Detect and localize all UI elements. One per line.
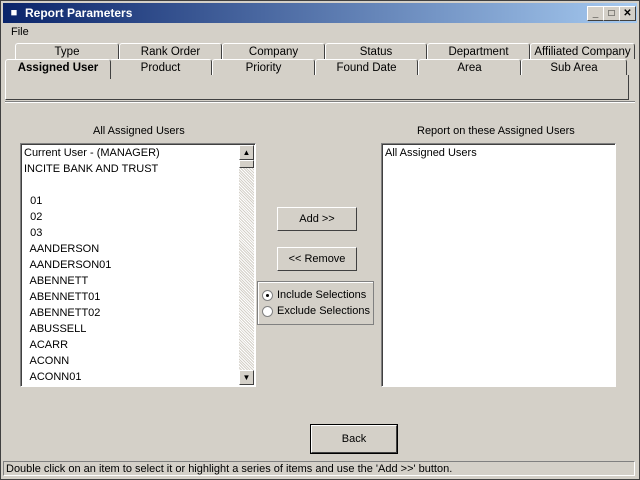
remove-button[interactable]: << Remove bbox=[277, 247, 357, 271]
vertical-scrollbar[interactable]: ▲ ▼ bbox=[239, 145, 254, 385]
divider bbox=[5, 101, 635, 103]
list-item[interactable]: AANDERSON bbox=[24, 241, 100, 257]
tab-priority[interactable]: Priority bbox=[212, 59, 315, 75]
tab-sub-area[interactable]: Sub Area bbox=[521, 59, 627, 75]
app-icon: ■ bbox=[10, 7, 18, 19]
menu-file[interactable]: File bbox=[11, 26, 29, 38]
tab-status[interactable]: Status bbox=[325, 43, 427, 59]
report-parameters-window: ■ Report Parameters _ □ ✕ File Type Rank… bbox=[0, 0, 640, 480]
tab-found-date[interactable]: Found Date bbox=[315, 59, 418, 75]
tab-rank-order[interactable]: Rank Order bbox=[119, 43, 222, 59]
list-item[interactable]: 02 bbox=[24, 209, 42, 225]
close-icon[interactable]: ✕ bbox=[619, 6, 636, 21]
list-item[interactable]: ACONN01 bbox=[24, 369, 82, 385]
exclude-label: Exclude Selections bbox=[277, 305, 370, 317]
scroll-down-icon[interactable]: ▼ bbox=[239, 370, 254, 385]
all-assigned-users-list[interactable]: Current User - (MANAGER) INCITE BANK AND… bbox=[20, 143, 256, 387]
include-label: Include Selections bbox=[277, 289, 367, 301]
scroll-thumb[interactable] bbox=[239, 160, 254, 168]
list-item[interactable]: ABENNETT01 bbox=[24, 289, 101, 305]
list-item[interactable]: ABUSSELL bbox=[24, 321, 87, 337]
list-item[interactable]: ACONN bbox=[24, 353, 70, 369]
add-button-label: Add >> bbox=[299, 213, 335, 225]
exclude-selections-option[interactable]: Exclude Selections bbox=[262, 304, 370, 318]
add-button[interactable]: Add >> bbox=[277, 207, 357, 231]
remove-button-label: << Remove bbox=[288, 253, 346, 265]
tab-product[interactable]: Product bbox=[109, 59, 212, 75]
tab-affiliated-company[interactable]: Affiliated Company bbox=[530, 43, 635, 59]
list-item[interactable]: 03 bbox=[24, 225, 42, 241]
back-button[interactable]: Back bbox=[310, 424, 398, 454]
list-item[interactable]: INCITE BANK AND TRUST bbox=[24, 161, 158, 177]
include-selections-option[interactable]: Include Selections bbox=[262, 288, 366, 302]
tab-type[interactable]: Type bbox=[15, 43, 119, 59]
report-assigned-users-label: Report on these Assigned Users bbox=[417, 125, 575, 137]
list-item[interactable]: 01 bbox=[24, 193, 42, 209]
list-item[interactable]: All Assigned Users bbox=[385, 145, 477, 161]
scroll-up-icon[interactable]: ▲ bbox=[239, 145, 254, 160]
back-button-label: Back bbox=[341, 433, 367, 445]
report-assigned-users-list[interactable]: All Assigned Users bbox=[381, 143, 616, 387]
list-item[interactable]: Current User - (MANAGER) bbox=[24, 145, 160, 161]
tab-company[interactable]: Company bbox=[222, 43, 325, 59]
all-assigned-users-label: All Assigned Users bbox=[93, 125, 185, 137]
exclude-radio[interactable] bbox=[262, 305, 273, 317]
list-item[interactable]: ACARR bbox=[24, 337, 69, 353]
include-radio[interactable] bbox=[262, 289, 273, 301]
tab-assigned-user[interactable]: Assigned User bbox=[5, 59, 111, 79]
tab-area[interactable]: Area bbox=[418, 59, 521, 75]
status-bar: Double click on an item to select it or … bbox=[3, 461, 635, 476]
tab-department[interactable]: Department bbox=[427, 43, 530, 59]
list-item[interactable]: AANDERSON01 bbox=[24, 257, 112, 273]
window-title: Report Parameters bbox=[25, 6, 133, 20]
list-item[interactable]: ABENNETT bbox=[24, 273, 89, 289]
selection-mode-group: Include Selections Exclude Selections bbox=[257, 281, 374, 325]
minimize-icon[interactable]: _ bbox=[587, 6, 604, 21]
maximize-icon[interactable]: □ bbox=[603, 6, 620, 21]
title-bar[interactable]: ■ Report Parameters _ □ ✕ bbox=[3, 3, 637, 23]
list-item[interactable]: ABENNETT02 bbox=[24, 305, 101, 321]
